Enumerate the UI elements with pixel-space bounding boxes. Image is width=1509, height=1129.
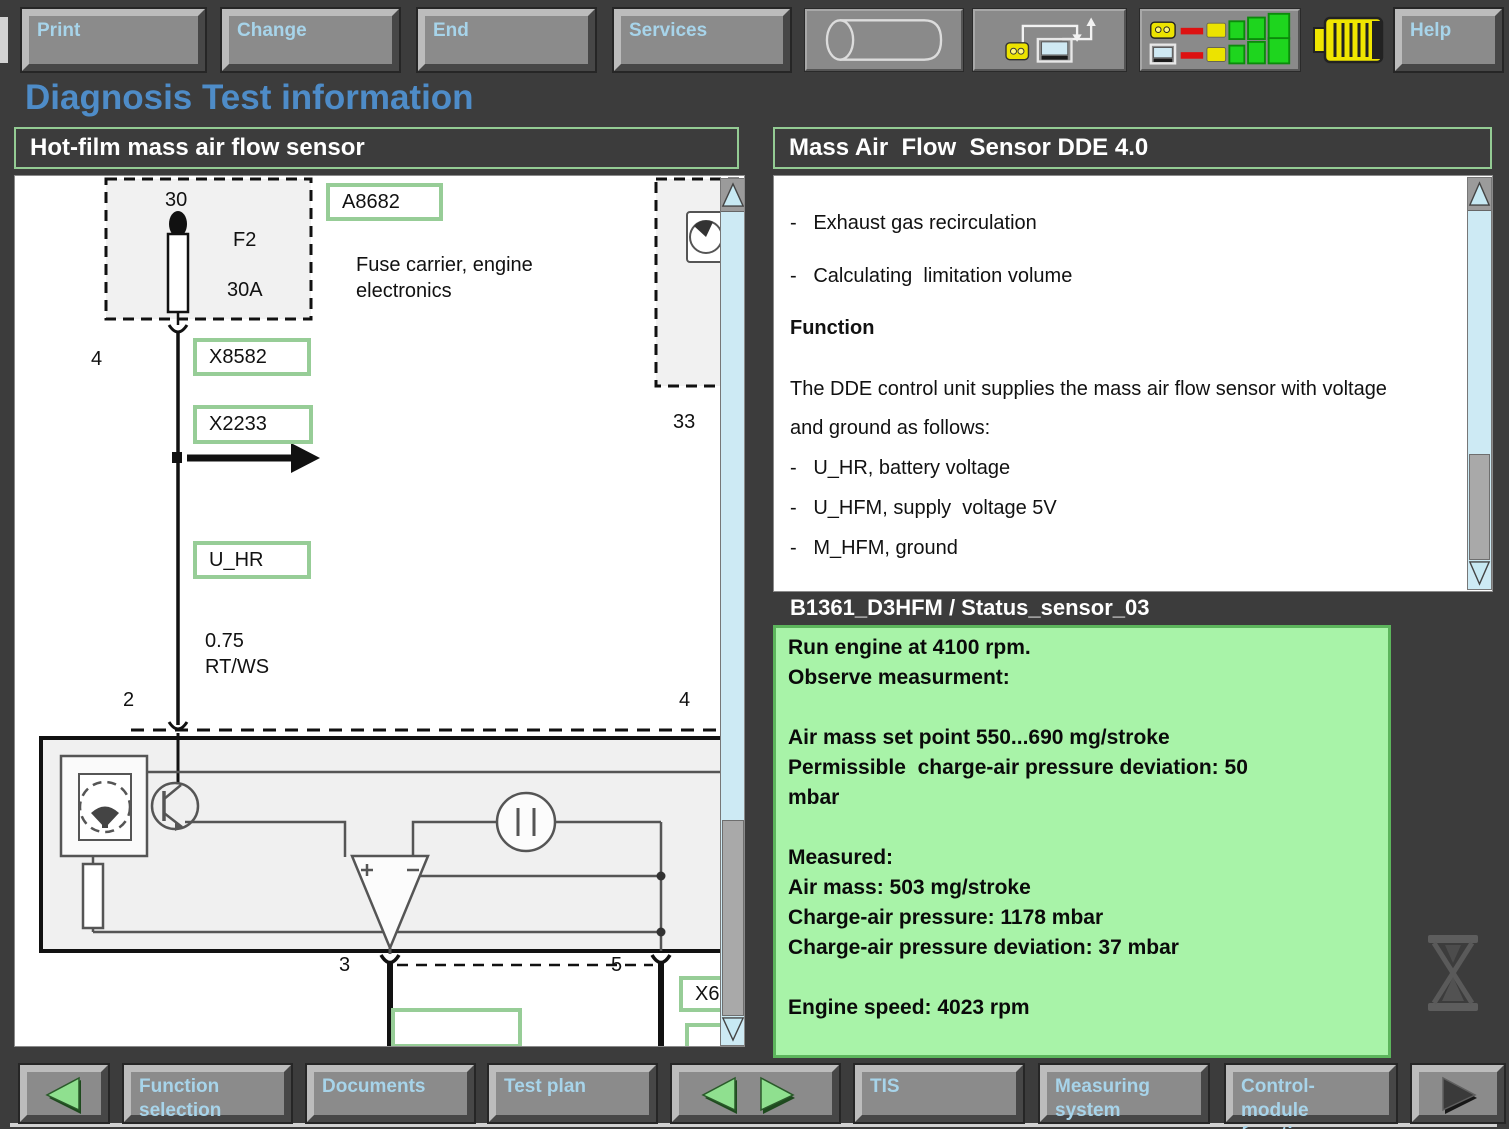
hourglass-icon <box>1422 933 1484 1013</box>
documents-label: Documents <box>322 1076 425 1097</box>
info-scrollbar-thumb[interactable] <box>1469 454 1490 560</box>
services-label: Services <box>629 20 707 41</box>
status-sensor-header: B1361_D3HFM / Status_sensor_03 <box>790 595 1150 621</box>
pin-4-label: 4 <box>91 348 102 371</box>
info-bullet-egr: - Exhaust gas recirculation <box>790 212 1037 235</box>
diagram-scroll-down-icon[interactable] <box>721 1013 745 1045</box>
diagram-scroll-up-icon[interactable] <box>721 179 745 212</box>
test-plan-label: Test plan <box>504 1076 586 1097</box>
sensor-info-panel: - Exhaust gas recirculation - Calculatin… <box>773 175 1493 592</box>
status-bars-icon[interactable] <box>1140 9 1300 71</box>
end-button[interactable]: End <box>418 9 595 71</box>
hotspot-empty[interactable] <box>391 1008 522 1047</box>
pin-4-right-label: 4 <box>679 689 690 712</box>
right-panel-header: Mass Air Flow Sensor DDE 4.0 <box>773 127 1492 169</box>
info-body-line1: The DDE control unit supplies the mass a… <box>790 378 1387 401</box>
result-line: Air mass: 503 mg/stroke <box>788 873 1376 903</box>
control-module-functions-button[interactable]: Control-module functions <box>1226 1065 1396 1122</box>
help-label: Help <box>1410 20 1451 41</box>
diagram-scrollbar[interactable] <box>720 178 745 1046</box>
info-bullet-u-hr: - U_HR, battery voltage <box>790 457 1010 480</box>
info-scroll-up-icon[interactable] <box>1468 178 1491 211</box>
pin-5-label: 5 <box>611 954 622 977</box>
test-plan-button[interactable]: Test plan <box>489 1065 656 1122</box>
result-line: Measured: <box>788 843 1376 873</box>
page-arrows-button[interactable] <box>672 1065 839 1122</box>
result-line: Permissible charge-air pressure deviatio… <box>788 753 1376 783</box>
result-line: Observe measurment: <box>788 663 1376 693</box>
dis-diagnosis-screen: Print Change End Services <box>0 0 1509 1129</box>
nav-forward-button[interactable] <box>1412 1065 1504 1122</box>
result-line <box>788 963 1376 993</box>
result-line <box>788 813 1376 843</box>
measuring-system-button[interactable]: Measuring system <box>1040 1065 1208 1122</box>
fuse-carrier-label-line1: Fuse carrier, engine <box>356 254 533 277</box>
change-label: Change <box>237 20 307 41</box>
pin-33-label: 33 <box>673 411 695 434</box>
function-selection-button[interactable]: Function selection <box>124 1065 291 1122</box>
hotspot-x8582[interactable]: X8582 <box>193 338 311 376</box>
wire-gauge-label: 0.75 <box>205 630 244 653</box>
fuse-name-label: F2 <box>233 229 256 252</box>
result-line: Run engine at 4100 rpm. <box>788 633 1376 663</box>
left-edge-highlight <box>0 17 8 63</box>
page-back-forward-arrows-icon <box>697 1076 815 1116</box>
tis-button[interactable]: TIS <box>855 1065 1023 1122</box>
page-title: Diagnosis Test information <box>25 78 474 118</box>
info-bullet-u-hfm: - U_HFM, supply voltage 5V <box>790 497 1057 520</box>
control-module-functions-label: Control-module functions <box>1241 1076 1327 1129</box>
measurement-result-box: Run engine at 4100 rpm. Observe measurme… <box>773 625 1391 1058</box>
print-button[interactable]: Print <box>22 9 205 71</box>
left-panel-header: Hot-film mass air flow sensor <box>14 127 739 169</box>
pipe-cylinder-icon[interactable] <box>805 9 963 71</box>
result-line: Engine speed: 4023 rpm <box>788 993 1376 1023</box>
nav-back-arrow-icon <box>41 1076 87 1116</box>
hotspot-u-hr[interactable]: U_HR <box>193 541 311 579</box>
measuring-system-label: Measuring system <box>1055 1076 1150 1121</box>
terminal-30-label: 30 <box>165 189 187 212</box>
info-bullet-limitation: - Calculating limitation volume <box>790 265 1072 288</box>
nav-forward-arrow-icon <box>1437 1076 1483 1116</box>
wire-color-label: RT/WS <box>205 656 269 679</box>
tis-label: TIS <box>870 1076 900 1097</box>
info-bullet-m-hfm: - M_HFM, ground <box>790 537 958 560</box>
nav-back-button[interactable] <box>20 1065 108 1122</box>
fuse-carrier-label-line2: electronics <box>356 280 452 303</box>
wiring-diagram-panel: 30 F2 30A Fuse carrier, engine electroni… <box>14 175 745 1047</box>
result-line: Charge-air pressure: 1178 mbar <box>788 903 1376 933</box>
print-label: Print <box>37 20 80 41</box>
result-line: Charge-air pressure deviation: 37 mbar <box>788 933 1376 963</box>
diagram-scrollbar-thumb[interactable] <box>722 820 744 1016</box>
info-function-heading: Function <box>790 317 874 340</box>
end-label: End <box>433 20 469 41</box>
connector-monitor-path-icon[interactable] <box>973 9 1126 71</box>
hotspot-x2233[interactable]: X2233 <box>193 405 313 444</box>
wiring-diagram-linework <box>15 176 745 1047</box>
yellow-plug-icon[interactable] <box>1310 14 1388 66</box>
result-line: mbar <box>788 783 1376 813</box>
pin-2-label: 2 <box>123 689 134 712</box>
help-button[interactable]: Help <box>1395 9 1502 71</box>
change-button[interactable]: Change <box>222 9 399 71</box>
function-selection-label: Function selection <box>139 1076 221 1121</box>
pin-3-label: 3 <box>339 954 350 977</box>
info-body-line2: and ground as follows: <box>790 417 990 440</box>
info-scroll-down-icon[interactable] <box>1468 557 1491 589</box>
result-line <box>788 693 1376 723</box>
documents-button[interactable]: Documents <box>307 1065 474 1122</box>
services-button[interactable]: Services <box>614 9 790 71</box>
fuse-rating-label: 30A <box>227 279 263 302</box>
hotspot-a8682[interactable]: A8682 <box>326 183 443 221</box>
result-line: Air mass set point 550...690 mg/stroke <box>788 723 1376 753</box>
info-scrollbar[interactable] <box>1467 177 1492 590</box>
